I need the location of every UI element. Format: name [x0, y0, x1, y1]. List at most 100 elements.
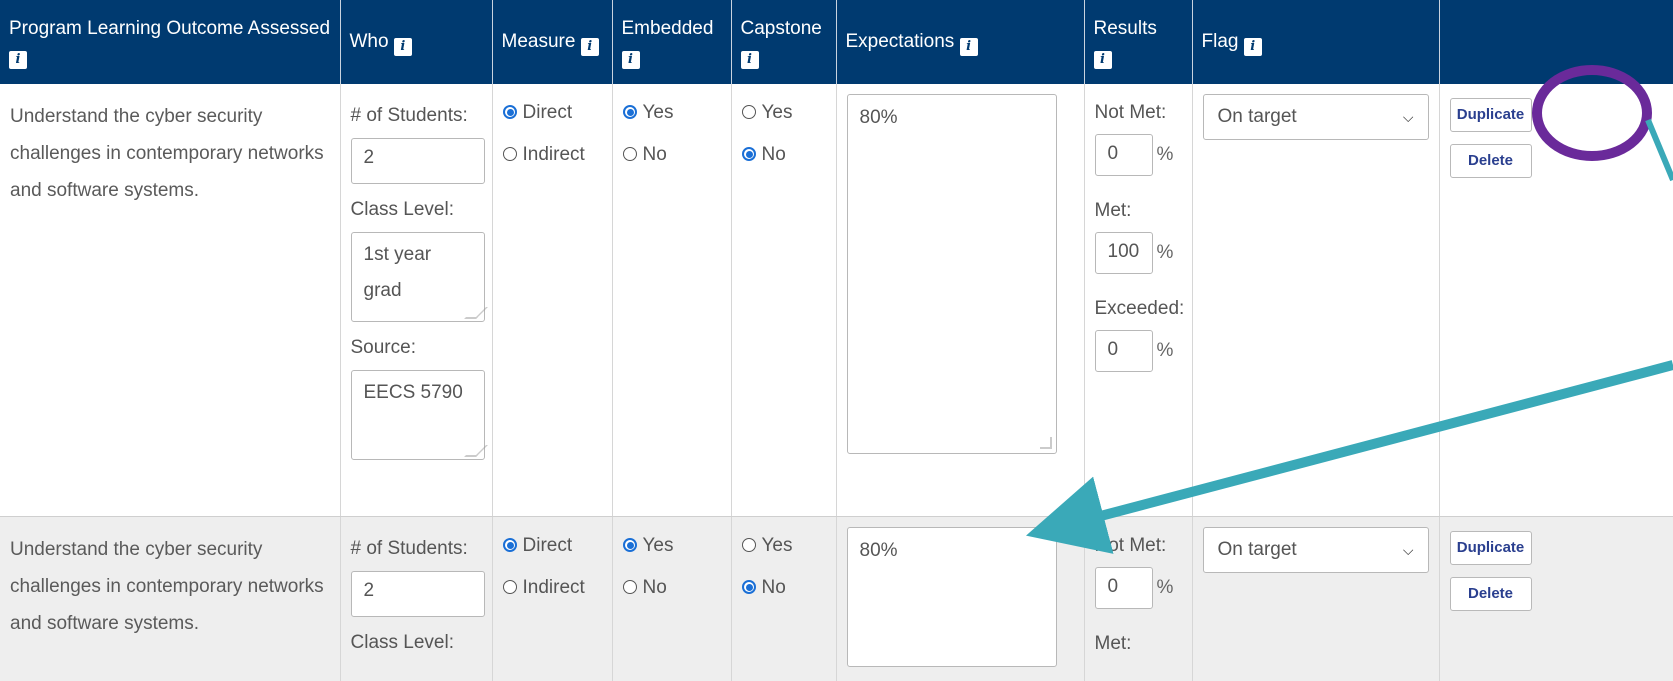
header-capstone-label: Capstone: [741, 18, 822, 39]
header-expectations: Expectations i: [836, 0, 1084, 84]
measure-direct-radio[interactable]: Direct: [503, 100, 602, 126]
results-cell: Not Met: 0% Met: 100% Exceeded: 0%: [1084, 84, 1192, 517]
info-icon[interactable]: i: [9, 51, 27, 69]
header-measure-label: Measure: [502, 31, 576, 52]
info-icon[interactable]: i: [741, 51, 759, 69]
info-icon[interactable]: i: [394, 38, 412, 56]
header-embedded-label: Embedded: [622, 18, 714, 39]
expectations-value: 80%: [860, 107, 898, 128]
percent-symbol: %: [1157, 340, 1174, 362]
exceeded-label: Exceeded:: [1095, 296, 1182, 322]
radio-selected-icon: [503, 105, 517, 119]
header-who-label: Who: [350, 31, 389, 52]
num-students-label: # of Students:: [351, 104, 482, 128]
flag-value: On target: [1218, 539, 1297, 561]
flag-cell: On target⌵: [1192, 84, 1439, 517]
measure-indirect-radio[interactable]: Indirect: [503, 575, 602, 601]
radio-label: No: [643, 577, 667, 598]
source-value: EECS 5790: [364, 382, 463, 403]
radio-label: Yes: [643, 535, 674, 556]
assessment-table: Program Learning Outcome Assessed i Who …: [0, 0, 1673, 681]
expectations-textarea[interactable]: 80%: [847, 527, 1057, 667]
info-icon[interactable]: i: [1094, 51, 1112, 69]
header-who: Who i: [340, 0, 492, 84]
radio-selected-icon: [742, 580, 756, 594]
capstone-no-radio[interactable]: No: [742, 575, 826, 601]
radio-unselected-icon: [623, 147, 637, 161]
who-cell: # of Students: 2 Class Level: 1st year gr…: [340, 84, 492, 517]
embedded-yes-radio[interactable]: Yes: [623, 100, 721, 126]
class-level-label: Class Level:: [351, 198, 482, 222]
radio-unselected-icon: [623, 580, 637, 594]
exceeded-group: 0%: [1095, 330, 1182, 372]
table-row: Understand the cyber security challenges…: [0, 517, 1673, 681]
radio-label: Direct: [523, 102, 573, 123]
radio-label: Direct: [523, 535, 573, 556]
actions-cell: Duplicate Delete: [1439, 517, 1673, 681]
expectations-cell: 80%: [836, 517, 1084, 681]
header-embedded: Embedded i: [612, 0, 731, 84]
header-flag: Flag i: [1192, 0, 1439, 84]
class-level-line: 1st year: [364, 244, 432, 265]
class-level-textarea[interactable]: 1st year grad: [351, 232, 485, 322]
header-actions: [1439, 0, 1673, 84]
radio-label: No: [762, 144, 786, 165]
header-measure: Measure i: [492, 0, 612, 84]
flag-cell: On target⌵: [1192, 517, 1439, 681]
flag-value: On target: [1218, 106, 1297, 128]
radio-label: Indirect: [523, 144, 585, 165]
header-outcome-label: Program Learning Outcome Assessed: [9, 18, 330, 39]
expectations-textarea[interactable]: 80%: [847, 94, 1057, 454]
who-cell: # of Students: 2 Class Level:: [340, 517, 492, 681]
embedded-no-radio[interactable]: No: [623, 142, 721, 168]
delete-button[interactable]: Delete: [1450, 144, 1532, 178]
met-input[interactable]: 100: [1095, 232, 1153, 274]
results-cell: Not Met: 0% Met:: [1084, 517, 1192, 681]
radio-label: No: [762, 577, 786, 598]
info-icon[interactable]: i: [960, 38, 978, 56]
info-icon[interactable]: i: [1244, 38, 1262, 56]
capstone-yes-radio[interactable]: Yes: [742, 533, 826, 559]
measure-direct-radio[interactable]: Direct: [503, 533, 602, 559]
resize-handle-icon[interactable]: [1040, 437, 1052, 449]
expectations-value: 80%: [860, 540, 898, 561]
delete-button[interactable]: Delete: [1450, 577, 1532, 611]
not-met-input[interactable]: 0: [1095, 567, 1153, 609]
table-header-row: Program Learning Outcome Assessed i Who …: [0, 0, 1673, 84]
radio-label: No: [643, 144, 667, 165]
measure-cell: Direct Indirect: [492, 517, 612, 681]
source-textarea[interactable]: EECS 5790: [351, 370, 485, 460]
embedded-no-radio[interactable]: No: [623, 575, 721, 601]
capstone-no-radio[interactable]: No: [742, 142, 826, 168]
resize-handle-icon[interactable]: [464, 307, 488, 319]
flag-select[interactable]: On target⌵: [1203, 94, 1429, 140]
measure-indirect-radio[interactable]: Indirect: [503, 142, 602, 168]
source-label: Source:: [351, 336, 482, 360]
table-row: Understand the cyber security challenges…: [0, 84, 1673, 517]
exceeded-input[interactable]: 0: [1095, 330, 1153, 372]
duplicate-button[interactable]: Duplicate: [1450, 531, 1532, 565]
info-icon[interactable]: i: [622, 51, 640, 69]
class-level-label: Class Level:: [351, 631, 482, 655]
header-capstone: Capstone i: [731, 0, 836, 84]
resize-handle-icon[interactable]: [464, 445, 488, 457]
embedded-cell: Yes No: [612, 517, 731, 681]
measure-cell: Direct Indirect: [492, 84, 612, 517]
not-met-group: 0%: [1095, 134, 1182, 176]
radio-selected-icon: [742, 147, 756, 161]
radio-selected-icon: [623, 538, 637, 552]
embedded-yes-radio[interactable]: Yes: [623, 533, 721, 559]
num-students-input[interactable]: 2: [351, 571, 485, 617]
not-met-input[interactable]: 0: [1095, 134, 1153, 176]
radio-label: Yes: [762, 102, 793, 123]
expectations-cell: 80%: [836, 84, 1084, 517]
radio-unselected-icon: [503, 147, 517, 161]
info-icon[interactable]: i: [581, 38, 599, 56]
duplicate-button[interactable]: Duplicate: [1450, 98, 1532, 132]
flag-select[interactable]: On target⌵: [1203, 527, 1429, 573]
class-level-line: grad: [364, 280, 402, 301]
num-students-input[interactable]: 2: [351, 138, 485, 184]
actions-cell: Duplicate Delete: [1439, 84, 1673, 517]
capstone-yes-radio[interactable]: Yes: [742, 100, 826, 126]
header-expectations-label: Expectations: [846, 31, 955, 52]
